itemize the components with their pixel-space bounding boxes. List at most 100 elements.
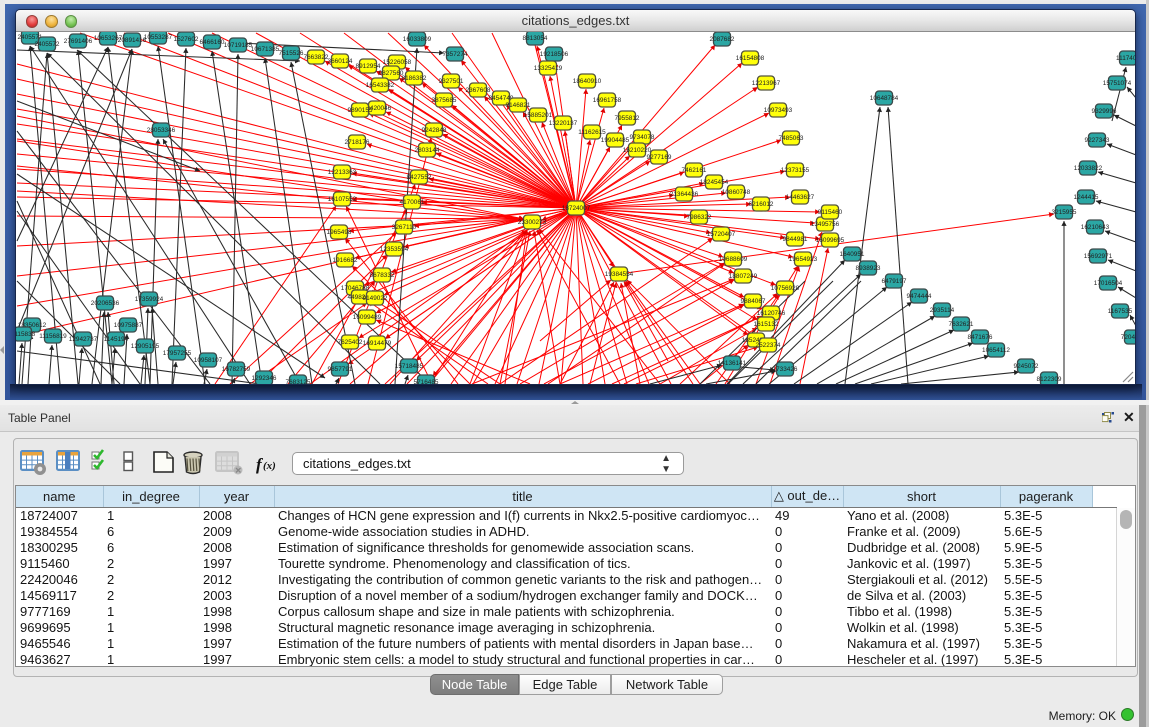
svg-text:16543382: 16543382 xyxy=(366,82,395,89)
svg-text:16120746: 16120746 xyxy=(757,310,786,317)
svg-text:7683125: 7683125 xyxy=(286,379,311,384)
svg-text:14463627: 14463627 xyxy=(786,194,815,201)
svg-text:9884067: 9884067 xyxy=(741,298,766,305)
svg-text:1145194: 1145194 xyxy=(104,336,129,343)
svg-text:15692971: 15692971 xyxy=(1084,253,1113,260)
svg-text:10860748: 10860748 xyxy=(722,189,751,196)
svg-text:12353594: 12353594 xyxy=(380,246,409,253)
svg-text:8471676: 8471676 xyxy=(968,334,993,341)
svg-text:13325419: 13325419 xyxy=(534,65,563,72)
svg-text:8938923: 8938923 xyxy=(856,265,881,272)
svg-text:10688609: 10688609 xyxy=(719,256,748,263)
svg-text:3215955: 3215955 xyxy=(1052,209,1077,216)
svg-text:19904485: 19904485 xyxy=(601,137,630,144)
svg-text:15226058: 15226058 xyxy=(383,59,412,66)
svg-text:9277169: 9277169 xyxy=(647,154,672,161)
svg-text:9327501: 9327501 xyxy=(439,78,464,85)
svg-text:10648784: 10648784 xyxy=(870,95,899,102)
svg-text:7485063: 7485063 xyxy=(779,135,804,142)
svg-text:3875685: 3875685 xyxy=(432,97,457,104)
svg-text:9227343: 9227343 xyxy=(1085,137,1110,144)
svg-text:1527602: 1527602 xyxy=(174,36,199,43)
svg-text:1167535: 1167535 xyxy=(1108,308,1133,315)
svg-text:9890155: 9890155 xyxy=(348,107,373,114)
svg-text:19384554: 19384554 xyxy=(605,271,634,278)
svg-text:7625402: 7625402 xyxy=(338,339,363,346)
svg-text:9115460: 9115460 xyxy=(818,209,843,216)
svg-text:11156819: 11156819 xyxy=(39,333,67,340)
svg-text:6216012: 6216012 xyxy=(749,201,774,208)
svg-text:10958107: 10958107 xyxy=(194,357,223,364)
svg-text:1640951: 1640951 xyxy=(840,251,865,258)
svg-text:17359924: 17359924 xyxy=(135,296,164,303)
svg-text:9857791: 9857791 xyxy=(328,366,353,373)
svg-text:14136141: 14136141 xyxy=(718,360,747,367)
svg-text:2367608: 2367608 xyxy=(466,87,491,94)
svg-text:(x): (x) xyxy=(263,460,276,472)
svg-text:6479197: 6479197 xyxy=(882,278,907,285)
svg-text:2405572: 2405572 xyxy=(35,41,60,48)
svg-text:10719185: 10719185 xyxy=(224,42,253,49)
svg-text:7663822: 7663822 xyxy=(304,54,329,61)
svg-text:17016504: 17016504 xyxy=(1094,280,1123,287)
svg-text:15751074: 15751074 xyxy=(1103,80,1132,87)
svg-text:13220137: 13220137 xyxy=(549,120,578,127)
svg-text:27691406: 27691406 xyxy=(64,38,93,45)
svg-text:8678332: 8678332 xyxy=(370,272,395,279)
svg-text:7632621: 7632621 xyxy=(949,321,974,328)
svg-text:9149022: 9149022 xyxy=(363,295,388,302)
svg-text:1733426: 1733426 xyxy=(773,366,798,373)
svg-text:8813054: 8813054 xyxy=(523,35,548,42)
svg-text:1965498: 1965498 xyxy=(327,229,352,236)
svg-text:2803144: 2803144 xyxy=(415,147,440,154)
svg-text:8427552: 8427552 xyxy=(407,174,432,181)
svg-text:1615132: 1615132 xyxy=(754,321,779,328)
svg-text:17957255: 17957255 xyxy=(163,350,192,357)
svg-text:7515526: 7515526 xyxy=(279,50,304,57)
svg-text:16961758: 16961758 xyxy=(593,97,622,104)
svg-text:7986322: 7986322 xyxy=(687,214,712,221)
svg-text:9734078: 9734078 xyxy=(630,134,655,141)
svg-text:3267110: 3267110 xyxy=(392,224,417,231)
svg-text:10756928: 10756928 xyxy=(771,285,800,292)
svg-text:9474444: 9474444 xyxy=(907,293,932,300)
svg-text:10553287: 10553287 xyxy=(144,34,173,41)
svg-text:7204511: 7204511 xyxy=(1121,334,1135,341)
svg-text:15718485: 15718485 xyxy=(395,363,424,370)
svg-text:15885201: 15885201 xyxy=(524,112,553,119)
svg-text:18724007: 18724007 xyxy=(562,205,591,212)
svg-text:16033809: 16033809 xyxy=(403,36,432,43)
svg-text:16210220: 16210220 xyxy=(623,147,652,154)
svg-text:1916682: 1916682 xyxy=(333,257,358,264)
svg-text:16154808: 16154808 xyxy=(736,55,765,62)
svg-text:16210643: 16210643 xyxy=(1081,224,1110,231)
svg-text:2935114: 2935114 xyxy=(930,307,955,314)
svg-text:9242848: 9242848 xyxy=(422,127,447,134)
svg-text:15720407: 15720407 xyxy=(707,231,736,238)
svg-text:9329996: 9329996 xyxy=(1092,108,1117,115)
svg-text:12373155: 12373155 xyxy=(781,167,810,174)
svg-text:1117403: 1117403 xyxy=(1116,55,1135,62)
svg-text:23300273: 23300273 xyxy=(518,219,547,226)
svg-text:8122309: 8122309 xyxy=(1037,376,1062,383)
svg-text:12033822: 12033822 xyxy=(1074,165,1103,172)
svg-text:7357274: 7357274 xyxy=(443,51,468,58)
svg-text:16914479: 16914479 xyxy=(363,340,392,347)
svg-text:7955812: 7955812 xyxy=(615,115,640,122)
svg-text:10671385: 10671385 xyxy=(251,46,280,53)
svg-text:9827560: 9827560 xyxy=(379,70,404,77)
svg-text:12905195: 12905195 xyxy=(131,343,160,350)
svg-text:18640910: 18640910 xyxy=(573,78,602,85)
svg-text:18807249: 18807249 xyxy=(729,273,758,280)
svg-text:11162615: 11162615 xyxy=(578,129,606,136)
svg-text:8912954: 8912954 xyxy=(356,63,381,70)
svg-text:16099695: 16099695 xyxy=(816,237,845,244)
svg-text:20891416: 20891416 xyxy=(118,37,147,44)
svg-text:2522374: 2522374 xyxy=(756,342,781,349)
svg-text:12213967: 12213967 xyxy=(752,80,781,87)
svg-text:16782759: 16782759 xyxy=(222,366,251,373)
svg-text:10975887: 10975887 xyxy=(114,322,143,329)
svg-text:1292346: 1292346 xyxy=(252,375,277,382)
svg-text:28053346: 28053346 xyxy=(147,127,176,134)
svg-text:2087682: 2087682 xyxy=(710,36,735,43)
